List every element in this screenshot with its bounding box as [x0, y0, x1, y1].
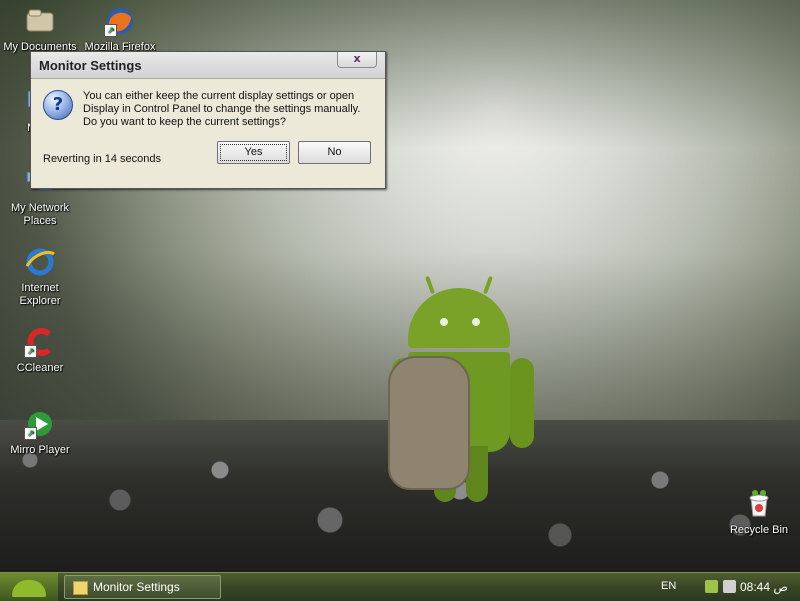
android-head	[408, 288, 510, 348]
android-eye-left	[440, 318, 448, 326]
dialog-message: You can either keep the current display …	[83, 90, 373, 129]
shortcut-arrow-icon: ↗	[24, 345, 37, 358]
firefox-icon: ↗	[104, 5, 136, 37]
android-figure	[388, 275, 542, 516]
android-eye-right	[472, 318, 480, 326]
yes-button[interactable]: Yes	[217, 141, 290, 164]
tray-app-icon[interactable]	[705, 580, 718, 593]
android-antenna-left	[425, 275, 435, 295]
desktop-icon-mirro-player[interactable]: ↗ Mirro Player	[0, 408, 80, 457]
revert-countdown: Reverting in 14 seconds	[43, 153, 162, 165]
system-tray: EN 08:44 ص	[640, 573, 800, 601]
close-button[interactable]: x	[337, 52, 377, 68]
desktop-icon-internet-explorer[interactable]: Internet Explorer	[0, 246, 80, 308]
desktop-icon-label: Mirro Player	[10, 444, 70, 456]
monitor-settings-dialog: Monitor Settings x ? You can either keep…	[30, 51, 386, 189]
dialog-message-line: You can either keep the current display …	[83, 90, 355, 102]
dialog-titlebar[interactable]: Monitor Settings x	[31, 52, 385, 79]
android-arm-right	[510, 358, 534, 448]
language-indicator[interactable]: EN	[661, 580, 676, 592]
window-icon	[73, 581, 88, 595]
start-button[interactable]	[0, 573, 58, 601]
dialog-message-line: Do you want to keep the current settings…	[83, 116, 287, 128]
desktop-icon-my-documents[interactable]: My Documents	[0, 5, 80, 54]
close-icon: x	[353, 52, 361, 65]
recycle-bin-icon	[743, 488, 775, 520]
no-button[interactable]: No	[298, 141, 371, 164]
desktop-icon-mozilla-firefox[interactable]: ↗ Mozilla Firefox	[80, 5, 160, 54]
taskbar-item-label: Monitor Settings	[93, 580, 180, 594]
desktop-icon-label: Recycle Bin	[729, 524, 789, 536]
clock[interactable]: 08:44 ص	[740, 580, 788, 594]
shortcut-arrow-icon: ↗	[104, 24, 117, 37]
desktop-icon-label: CCleaner	[16, 362, 64, 374]
ccleaner-icon: ↗	[24, 326, 56, 358]
shortcut-arrow-icon: ↗	[24, 427, 37, 440]
android-antenna-right	[483, 275, 493, 295]
dialog-message-line: Display in Control Panel to change the s…	[83, 103, 361, 115]
media-player-icon: ↗	[24, 408, 56, 440]
desktop-icon-label: My Network Places	[10, 202, 70, 227]
taskbar-item-monitor-settings[interactable]: Monitor Settings	[64, 575, 221, 599]
taskbar: Monitor Settings EN 08:44 ص	[0, 572, 800, 601]
question-icon: ?	[43, 90, 73, 120]
desktop-icon-label: Internet Explorer	[19, 282, 61, 307]
folder-icon	[24, 5, 56, 37]
internet-explorer-icon	[24, 246, 56, 278]
android-backpack	[388, 356, 470, 490]
tray-device-icon[interactable]	[723, 580, 736, 593]
dialog-title: Monitor Settings	[39, 58, 142, 73]
android-logo-icon	[12, 580, 46, 597]
desktop-icon-recycle-bin[interactable]: Recycle Bin	[719, 488, 799, 537]
desktop-icon-ccleaner[interactable]: ↗ CCleaner	[0, 326, 80, 375]
